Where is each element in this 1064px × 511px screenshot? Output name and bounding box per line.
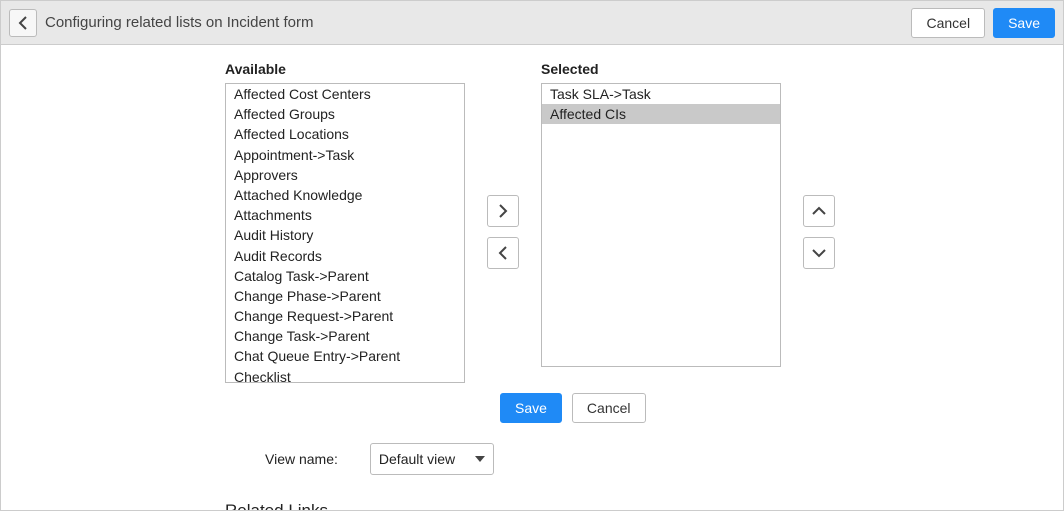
available-list[interactable]: Affected Cost CentersAffected GroupsAffe… xyxy=(225,83,465,383)
move-up-button[interactable] xyxy=(803,195,835,227)
action-buttons-row: Save Cancel xyxy=(500,393,1039,423)
related-links-section: Related Links Show versions xyxy=(225,501,1039,511)
list-item[interactable]: Affected Groups xyxy=(226,104,464,124)
available-column: Available Affected Cost CentersAffected … xyxy=(225,61,465,383)
list-item[interactable]: Chat Queue Entry->Parent xyxy=(226,346,464,366)
chevron-up-icon xyxy=(812,206,826,216)
chevron-left-icon xyxy=(18,16,28,30)
list-item[interactable]: Checklist xyxy=(226,367,464,383)
list-item[interactable]: Attached Knowledge xyxy=(226,185,464,205)
available-label: Available xyxy=(225,61,465,77)
list-item[interactable]: Task SLA->Task xyxy=(542,84,780,104)
chevron-right-icon xyxy=(498,204,508,218)
slushbucket: Available Affected Cost CentersAffected … xyxy=(225,61,1039,383)
list-item[interactable]: Catalog Task->Parent xyxy=(226,266,464,286)
cancel-button-top[interactable]: Cancel xyxy=(911,8,985,38)
list-item[interactable]: Change Request->Parent xyxy=(226,306,464,326)
list-item[interactable]: Approvers xyxy=(226,165,464,185)
list-item[interactable]: Affected CIs xyxy=(542,104,780,124)
reorder-buttons xyxy=(803,195,835,269)
move-left-button[interactable] xyxy=(487,237,519,269)
chevron-left-icon xyxy=(498,246,508,260)
list-item[interactable]: Audit Records xyxy=(226,246,464,266)
content-area: Available Affected Cost CentersAffected … xyxy=(1,45,1063,511)
list-item[interactable]: Affected Locations xyxy=(226,124,464,144)
selected-label: Selected xyxy=(541,61,781,77)
list-item[interactable]: Change Task->Parent xyxy=(226,326,464,346)
selected-column: Selected Task SLA->TaskAffected CIs xyxy=(541,61,781,367)
list-item[interactable]: Appointment->Task xyxy=(226,145,464,165)
list-item[interactable]: Change Phase->Parent xyxy=(226,286,464,306)
mover-buttons xyxy=(487,195,519,269)
list-item[interactable]: Attachments xyxy=(226,205,464,225)
caret-down-icon xyxy=(475,456,485,462)
list-item[interactable]: Audit History xyxy=(226,225,464,245)
chevron-down-icon xyxy=(812,248,826,258)
topbar-actions: Cancel Save xyxy=(911,8,1055,38)
view-name-label: View name: xyxy=(265,451,338,467)
save-button[interactable]: Save xyxy=(500,393,562,423)
cancel-button[interactable]: Cancel xyxy=(572,393,646,423)
selected-list[interactable]: Task SLA->TaskAffected CIs xyxy=(541,83,781,367)
view-name-row: View name: Default view xyxy=(265,443,1039,475)
view-name-value: Default view xyxy=(379,451,455,467)
save-button-top[interactable]: Save xyxy=(993,8,1055,38)
related-links-heading: Related Links xyxy=(225,501,1039,511)
page-title: Configuring related lists on Incident fo… xyxy=(45,14,911,31)
back-button[interactable] xyxy=(9,9,37,37)
view-name-select[interactable]: Default view xyxy=(370,443,494,475)
move-down-button[interactable] xyxy=(803,237,835,269)
move-right-button[interactable] xyxy=(487,195,519,227)
topbar: Configuring related lists on Incident fo… xyxy=(1,1,1063,45)
list-item[interactable]: Affected Cost Centers xyxy=(226,84,464,104)
